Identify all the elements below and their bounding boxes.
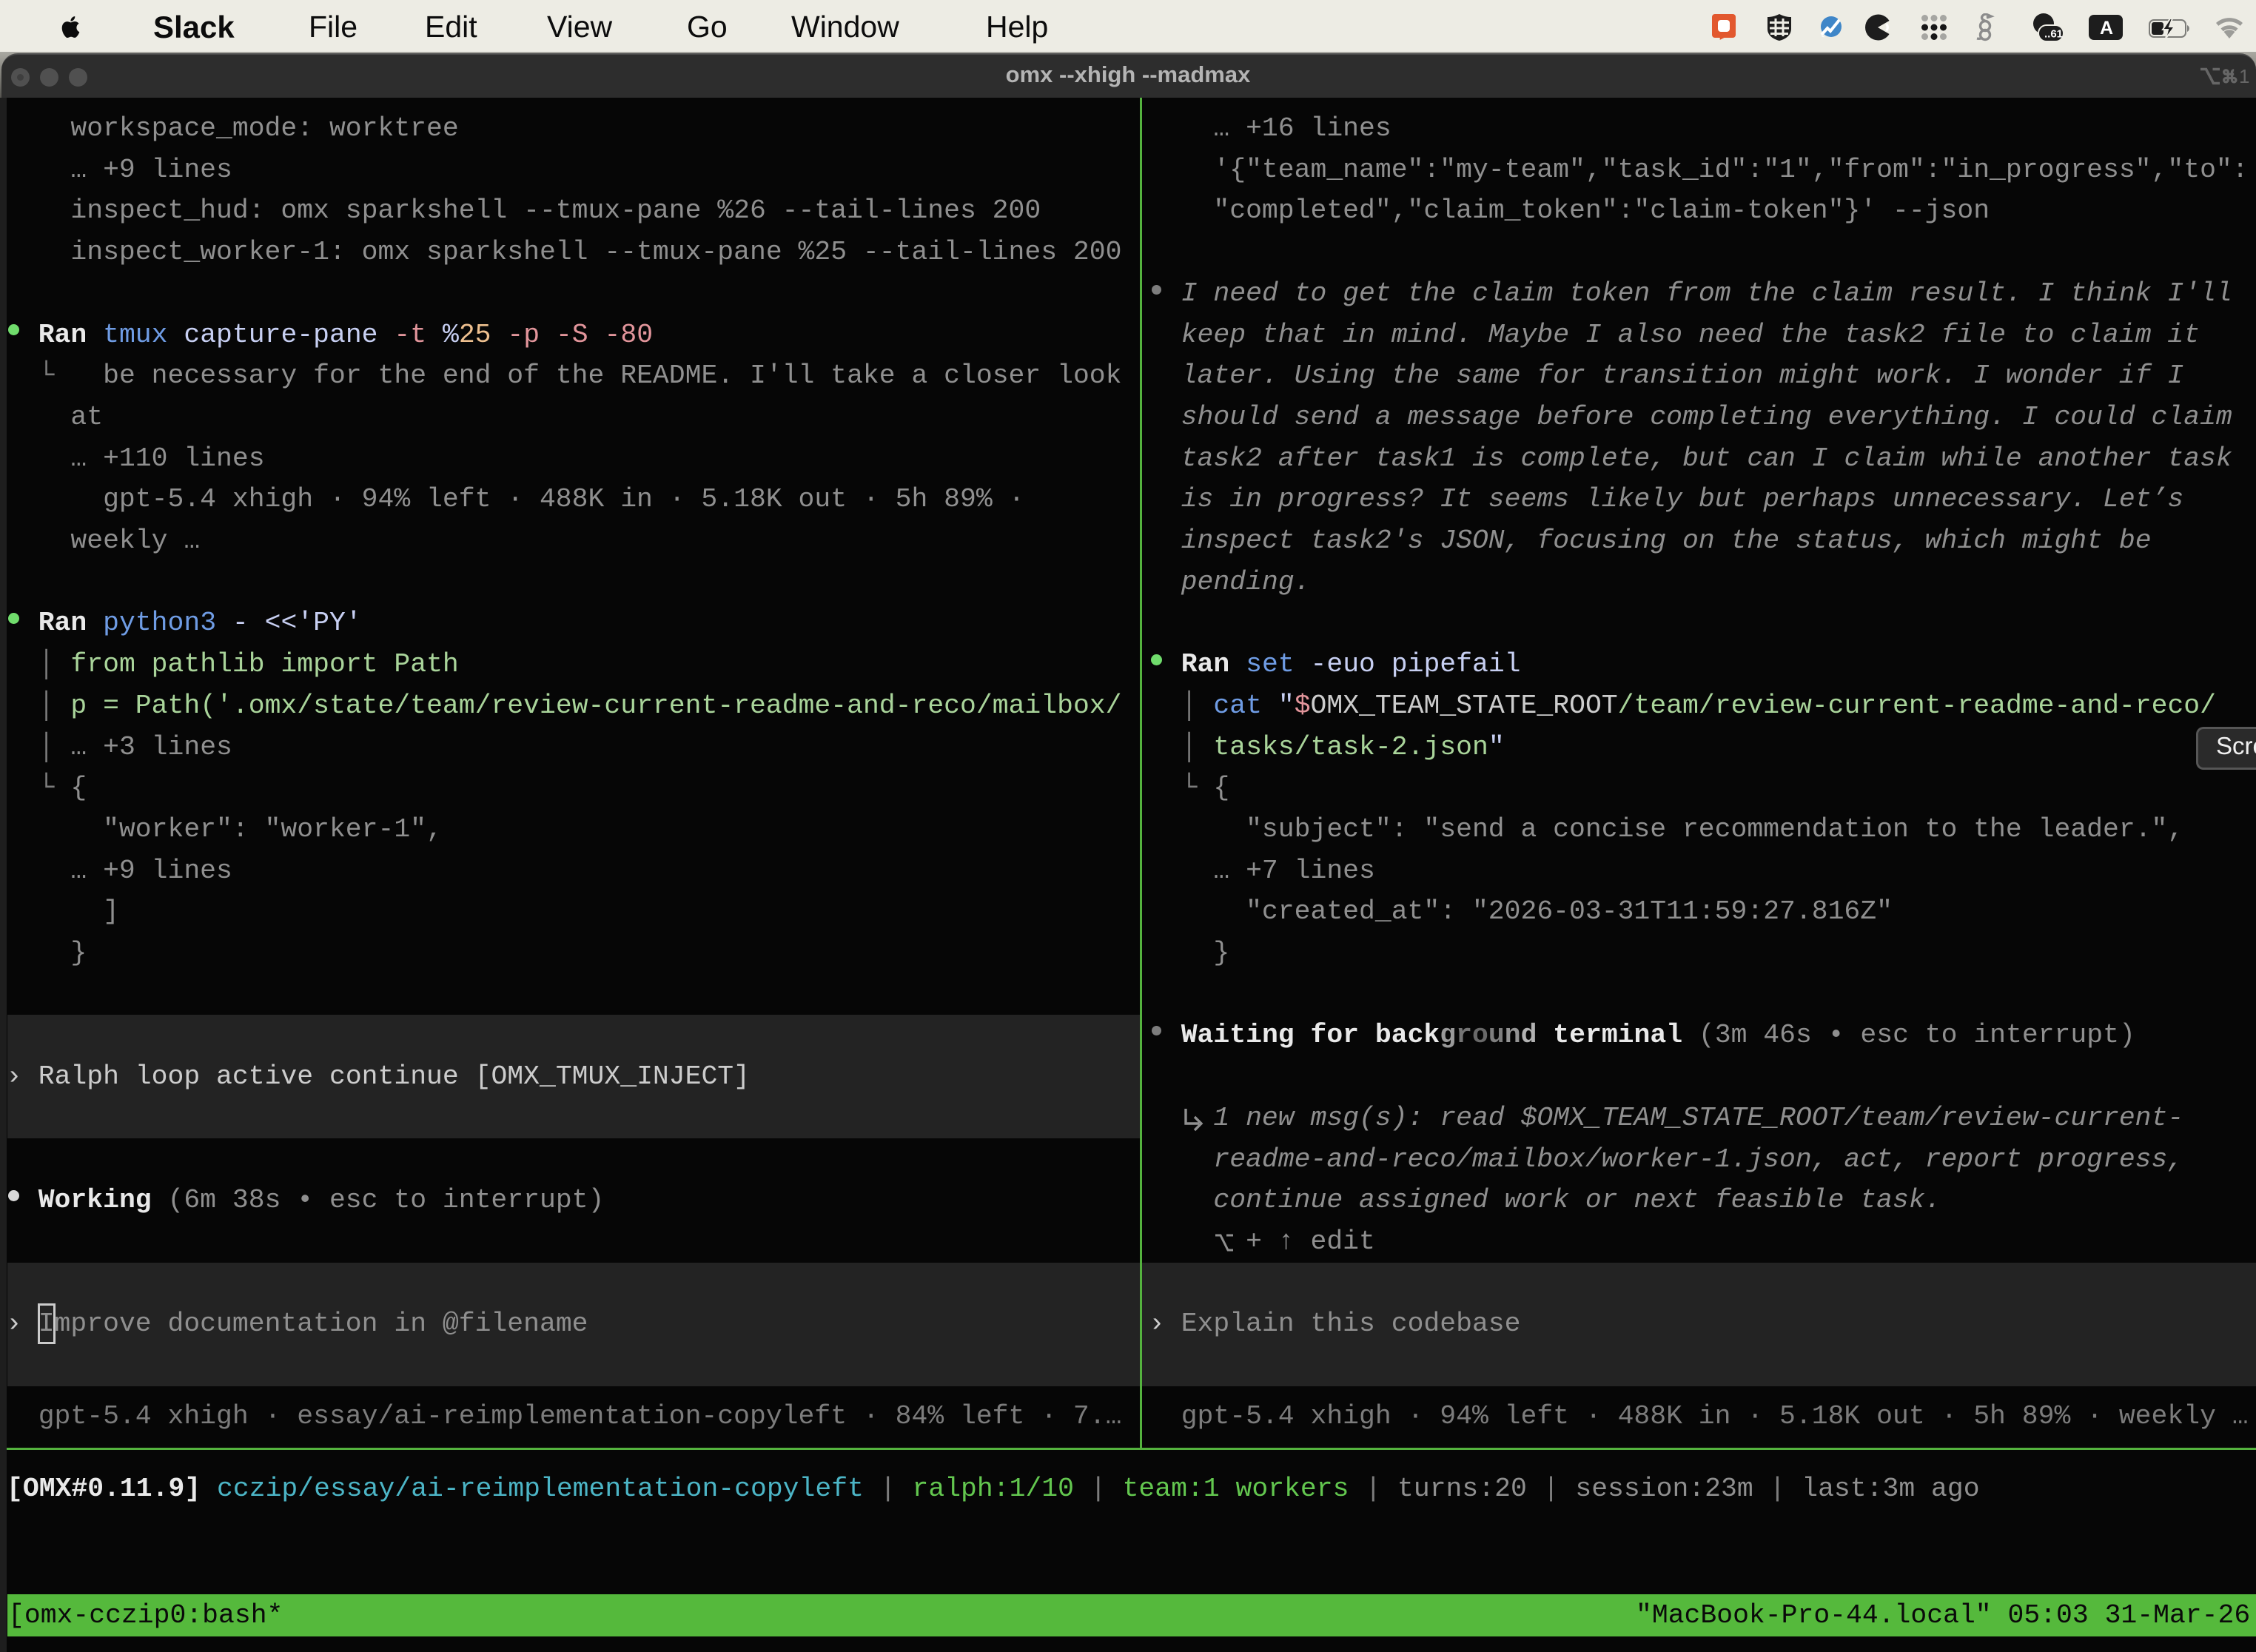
- svg-text:A: A: [2100, 18, 2113, 38]
- svg-text:1: 1: [2239, 67, 2249, 86]
- svg-text:..61: ..61: [2044, 28, 2063, 41]
